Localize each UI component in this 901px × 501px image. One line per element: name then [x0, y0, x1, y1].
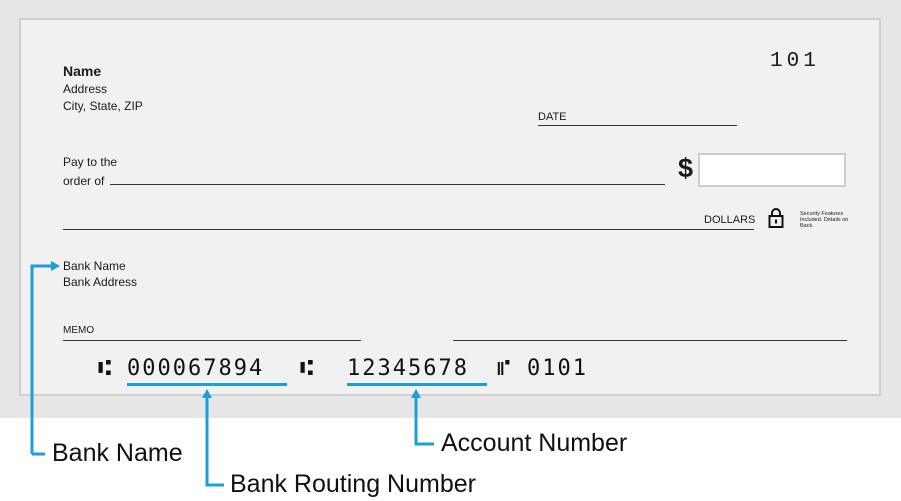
- written-amount-line: [63, 229, 754, 230]
- pay-to-label-line1: Pay to the: [63, 155, 118, 169]
- check-number: 101: [770, 50, 820, 73]
- callout-bank-name: Bank Name: [52, 439, 183, 467]
- signature-line: [453, 340, 847, 341]
- security-features-text: Security Features Included. Details on B…: [800, 211, 849, 229]
- date-line: [538, 125, 737, 126]
- pay-to-label-line2: order of: [63, 174, 105, 188]
- dollars-label: DOLLARS: [704, 214, 756, 226]
- micr-transit-symbol-left: ⑆: [98, 356, 114, 381]
- micr-check-number: 0101: [527, 356, 588, 381]
- routing-number-underline: [127, 383, 287, 386]
- amount-box: [698, 153, 846, 187]
- micr-on-us-symbol: ⑈: [497, 356, 513, 381]
- payer-name: Name: [63, 63, 102, 79]
- callout-routing-number: Bank Routing Number: [230, 470, 476, 498]
- bank-name: Bank Name: [63, 259, 126, 273]
- memo-line: [63, 340, 361, 341]
- bank-address: Bank Address: [63, 275, 138, 289]
- date-label: DATE: [538, 111, 567, 123]
- account-number-underline: [347, 383, 487, 386]
- lock-icon: [768, 208, 784, 228]
- micr-routing-number: 000067894: [127, 356, 265, 381]
- payer-city-state-zip: City, State, ZIP: [63, 99, 143, 113]
- memo-label: MEMO: [63, 325, 95, 336]
- callout-account-number: Account Number: [441, 429, 628, 457]
- payee-line: [110, 184, 665, 185]
- micr-account-number: 12345678: [347, 356, 469, 381]
- dollar-sign: $: [678, 153, 694, 183]
- payer-address: Address: [63, 82, 108, 96]
- micr-transit-symbol-right: ⑆: [300, 356, 316, 381]
